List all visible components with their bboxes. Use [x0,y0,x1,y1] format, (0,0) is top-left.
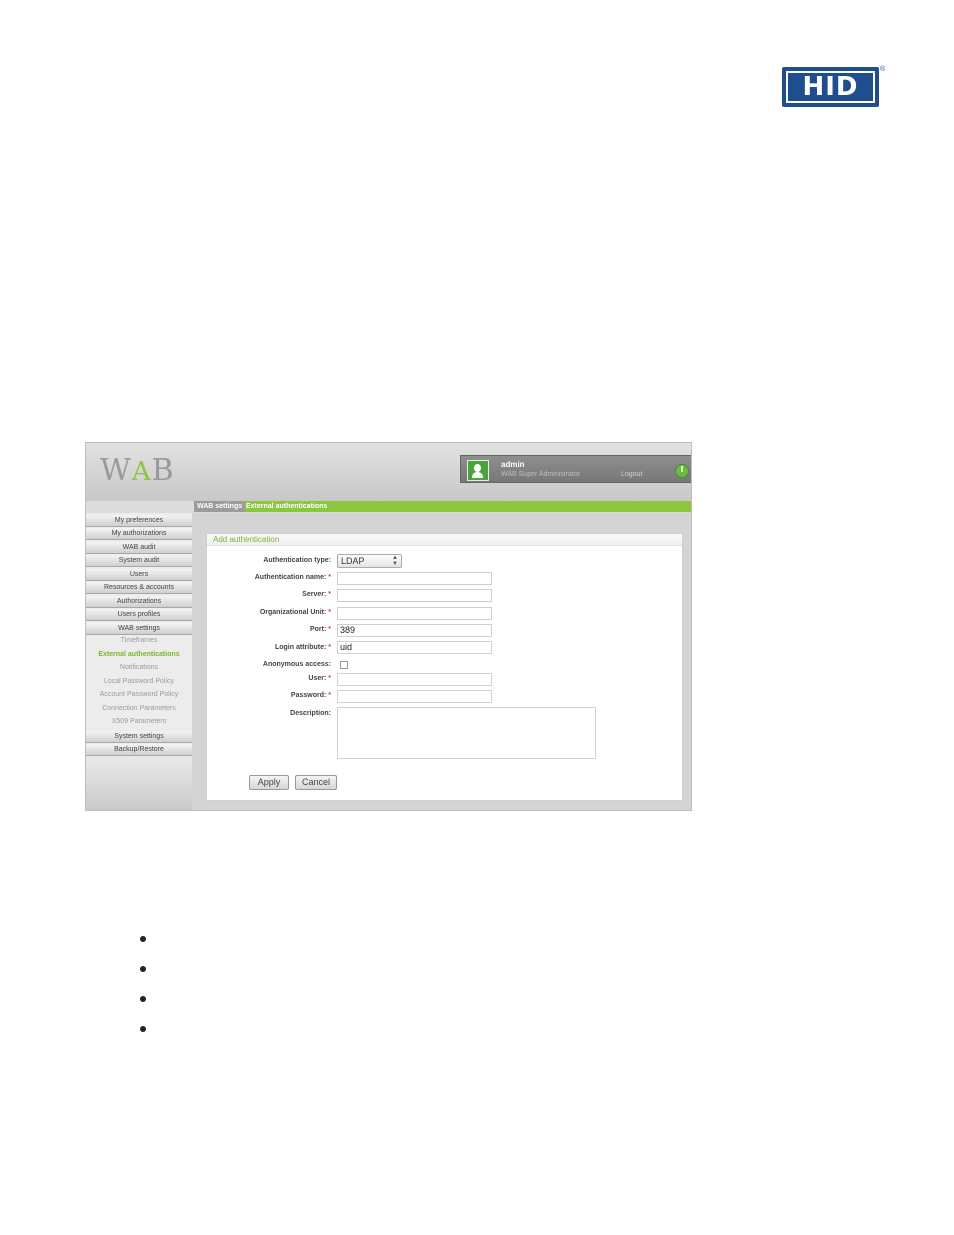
add-authentication-panel: Add authentication Authentication type: … [206,533,683,801]
user-role: WAB Super Administrator [501,471,581,478]
bullet-icon [140,1026,146,1032]
sidebar-subitem-timeframes[interactable]: Timeframes [86,635,192,647]
description-label: Description: [290,710,331,717]
auth-type-label: Authentication type: [263,557,331,564]
description-textarea[interactable] [337,707,596,759]
breadcrumb-current: External authentications [246,503,328,510]
cancel-button[interactable]: Cancel [295,775,337,790]
avatar-icon [467,460,489,481]
auth-name-label: Authentication name: * [254,574,331,581]
password-input[interactable] [337,690,492,703]
server-input[interactable] [337,589,492,602]
hid-logo: HID [782,67,879,107]
sidebar-subitem-x509-parameters[interactable]: X509 Parameters [86,716,192,728]
bullet-icon [140,966,146,972]
sidebar-item-system-settings[interactable]: System settings [86,731,192,743]
apply-button[interactable]: Apply [249,775,289,790]
registered-mark: ® [880,66,886,73]
power-icon[interactable] [675,464,689,478]
sidebar-subitem-connection-parameters[interactable]: Connection Parameters [86,703,192,715]
org-unit-label: Organizational Unit: * [259,609,331,616]
sidebar-subitem-local-password-policy[interactable]: Local Password Policy [86,676,192,688]
breadcrumb-parent[interactable]: WAB settings [194,501,246,512]
auth-type-value: LDAP [341,556,365,566]
hid-logo-text: HID [802,72,859,102]
select-arrows-icon: ▲ ▼ [392,555,398,567]
sidebar-item-wab-audit[interactable]: WAB audit [86,542,192,554]
password-label: Password: * [290,692,331,699]
sidebar-item-backup-restore[interactable]: Backup/Restore [86,744,192,756]
anonymous-checkbox[interactable] [340,661,348,669]
wab-screenshot: WAB admin WAB Super Administrator Logout… [85,442,692,811]
login-attr-input[interactable]: uid [337,641,492,654]
port-input[interactable]: 389 [337,624,492,637]
sidebar-item-system-audit[interactable]: System audit [86,555,192,567]
bullet-icon [140,936,146,942]
port-label: Port: * [309,626,331,633]
server-label: Server: * [302,591,331,598]
logout-link[interactable]: Logout [621,471,642,478]
sidebar-item-users-profiles[interactable]: Users profiles [86,609,192,621]
sidebar-subitem-notifications[interactable]: Notifications [86,662,192,674]
main-content: Add authentication Authentication type: … [192,513,691,810]
panel-title: Add authentication [207,534,682,546]
wab-logo: WAB [100,453,175,488]
sidebar-subitem-account-password-policy[interactable]: Account Password Policy [86,689,192,701]
sidebar-item-users[interactable]: Users [86,569,192,581]
login-attr-label: Login attribute: * [274,644,331,651]
auth-type-select[interactable]: LDAP ▲ ▼ [337,554,402,568]
sidebar-item-my-preferences[interactable]: My preferences [86,515,192,527]
breadcrumb: WAB settings External authentications [194,501,691,512]
org-unit-input[interactable] [337,607,492,620]
sidebar-item-wab-settings[interactable]: WAB settings [86,623,192,635]
hid-logo-border: HID [786,71,875,103]
user-name: admin [501,460,525,469]
user-box: admin WAB Super Administrator Logout [460,455,691,483]
user-label: User: * [308,675,331,682]
user-input[interactable] [337,673,492,686]
auth-name-input[interactable] [337,572,492,585]
anonymous-label: Anonymous access: [262,661,331,668]
sidebar-item-authorizations[interactable]: Authorizations [86,596,192,608]
sidebar: My preferences My authorizations WAB aud… [86,513,192,810]
sidebar-item-my-authorizations[interactable]: My authorizations [86,528,192,540]
sidebar-item-resources-accounts[interactable]: Resources & accounts [86,582,192,594]
app-header: WAB admin WAB Super Administrator Logout [86,443,691,501]
bullet-icon [140,996,146,1002]
sidebar-subitem-external-authentications[interactable]: External authentications [86,649,192,661]
